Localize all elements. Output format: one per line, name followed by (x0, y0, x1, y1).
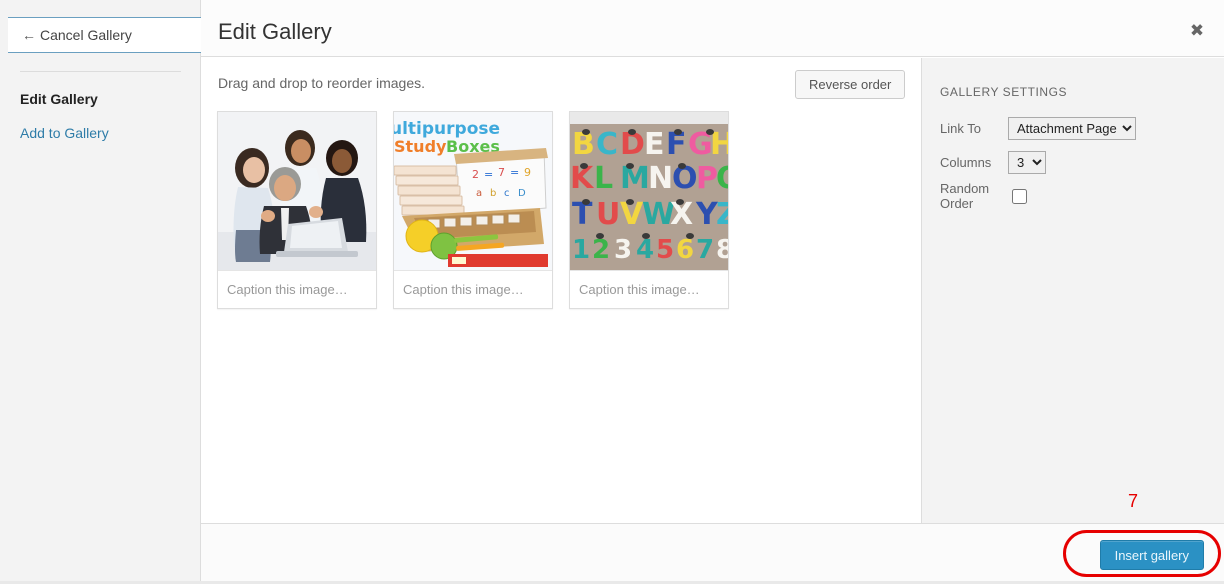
svg-text:1: 1 (572, 235, 590, 265)
columns-select[interactable]: 3 (1008, 150, 1046, 174)
modal-footer: Insert gallery (201, 523, 1224, 584)
svg-text:M: M (620, 161, 650, 196)
svg-text:4: 4 (636, 235, 654, 265)
thumbnail-image-business-team[interactable] (218, 112, 376, 270)
sidebar-item-edit-gallery[interactable]: Edit Gallery (20, 82, 190, 116)
sidebar-menu: Edit Gallery Add to Gallery (20, 82, 190, 150)
close-icon[interactable]: ✖ (1184, 17, 1210, 43)
svg-text:8: 8 (716, 235, 728, 265)
svg-text:3: 3 (614, 235, 632, 265)
media-modal: ← Cancel Gallery Edit Gallery Add to Gal… (0, 0, 1224, 584)
svg-text:P: P (696, 161, 718, 196)
sidebar-gutter (0, 0, 8, 584)
page-title: Edit Gallery (218, 19, 332, 44)
insert-gallery-button[interactable]: Insert gallery (1099, 540, 1204, 570)
svg-text:7: 7 (696, 235, 714, 265)
gallery-item[interactable]: ultipurpose Study Boxes 2 = 7 = 9 a b c … (393, 111, 553, 309)
link-to-label: Link To (940, 120, 981, 136)
random-order-row: Random Order (940, 181, 1027, 211)
caption-input[interactable]: Caption this image… (570, 270, 728, 308)
cancel-gallery-label: Cancel Gallery (40, 27, 132, 43)
reorder-hint: Drag and drop to reorder images. (218, 75, 425, 91)
svg-text:D: D (518, 188, 526, 199)
svg-text:5: 5 (656, 235, 674, 265)
svg-text:7: 7 (498, 166, 505, 179)
thumbnail-image-alphabet-letters[interactable]: B C D E F G H K L M N O P T U V W X Y Z … (570, 112, 728, 270)
back-arrow-icon: ← (22, 27, 36, 43)
annotation-step-number: 7 (1128, 491, 1139, 511)
caption-input[interactable]: Caption this image… (218, 270, 376, 308)
random-order-checkbox[interactable] (1012, 188, 1027, 204)
svg-text:=: = (510, 166, 519, 179)
caption-input[interactable]: Caption this image… (394, 270, 552, 308)
svg-text:N: N (648, 161, 673, 196)
svg-text:E: E (644, 127, 665, 162)
gallery-sidebar: ← Cancel Gallery Edit Gallery Add to Gal… (0, 0, 201, 584)
gallery-settings-panel: GALLERY SETTINGS Link To Attachment Page… (921, 58, 1224, 523)
gallery-workspace: Drag and drop to reorder images. Reverse… (201, 58, 921, 523)
sidebar-item-add-to-gallery[interactable]: Add to Gallery (20, 116, 190, 150)
gallery-settings-heading: GALLERY SETTINGS (940, 85, 1068, 99)
svg-text:2: 2 (592, 235, 610, 265)
columns-label: Columns (940, 154, 992, 170)
svg-text:9: 9 (524, 166, 531, 179)
svg-text:=: = (484, 168, 493, 181)
reverse-order-button[interactable]: Reverse order (795, 70, 906, 99)
modal-titlebar: Edit Gallery ✖ (201, 0, 1224, 57)
svg-text:Z: Z (716, 197, 728, 232)
svg-text:ultipurpose: ultipurpose (394, 119, 500, 139)
svg-text:Study: Study (394, 137, 447, 156)
gallery-thumbnail-list: Caption this image… ultipurpose Study Bo… (217, 111, 745, 309)
svg-text:b: b (490, 188, 496, 199)
columns-row: Columns 3 (940, 149, 1046, 175)
link-to-select[interactable]: Attachment Page (1008, 116, 1136, 140)
sidebar-divider (20, 71, 181, 72)
svg-text:L: L (594, 161, 613, 196)
link-to-row: Link To Attachment Page (940, 115, 1136, 141)
cancel-gallery-button[interactable]: ← Cancel Gallery (8, 17, 201, 53)
random-order-label: Random Order (940, 181, 990, 211)
svg-text:2: 2 (472, 168, 479, 181)
gallery-item[interactable]: B C D E F G H K L M N O P T U V W X Y Z … (569, 111, 729, 309)
thumbnail-image-study-boxes[interactable]: ultipurpose Study Boxes 2 = 7 = 9 a b c … (394, 112, 552, 270)
svg-text:C: C (596, 127, 618, 162)
svg-text:a: a (476, 188, 482, 199)
svg-text:6: 6 (676, 235, 694, 265)
modal-content: Edit Gallery ✖ Drag and drop to reorder … (201, 0, 1224, 584)
gallery-item[interactable]: Caption this image… (217, 111, 377, 309)
svg-text:U: U (596, 197, 620, 232)
svg-text:Q: Q (716, 161, 728, 196)
svg-text:c: c (504, 188, 510, 199)
